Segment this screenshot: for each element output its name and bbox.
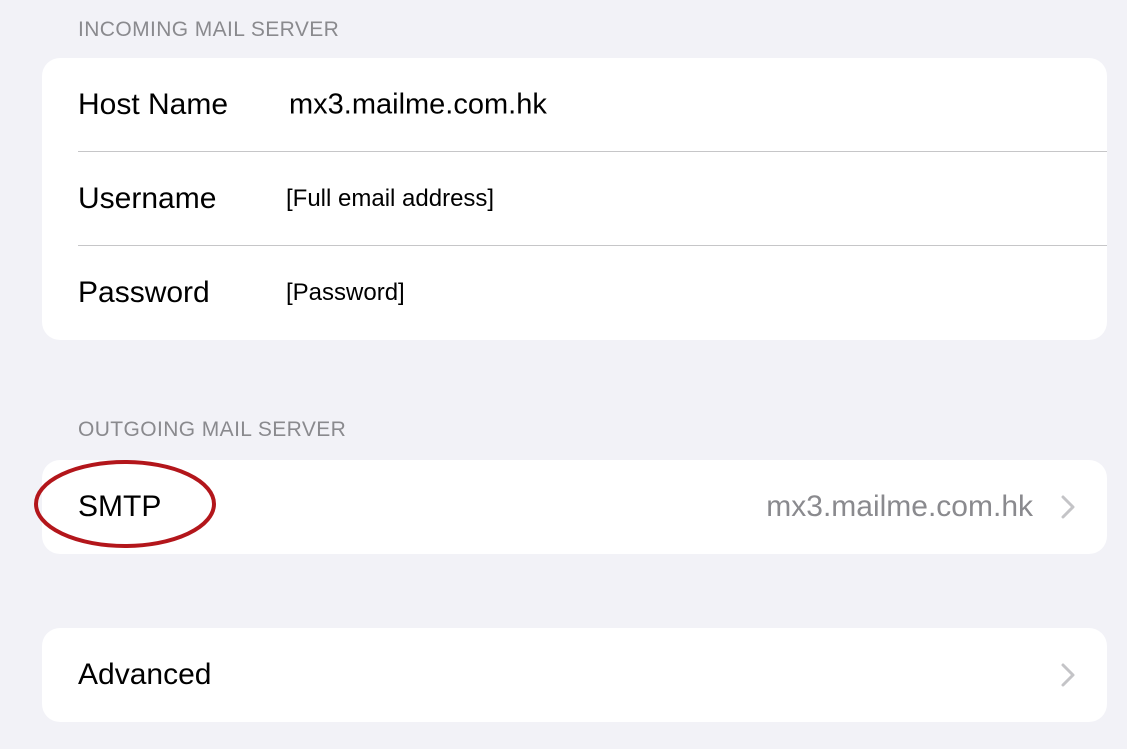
host-name-row[interactable]: Host Name mx3.mailme.com.hk (42, 58, 1107, 152)
username-field[interactable]: [Full email address] (286, 185, 494, 213)
advanced-group: Advanced (42, 628, 1107, 722)
incoming-server-group: Host Name mx3.mailme.com.hk Username [Fu… (42, 58, 1107, 340)
username-row[interactable]: Username [Full email address] (42, 152, 1107, 246)
host-name-label: Host Name (78, 88, 229, 121)
host-name-field[interactable]: mx3.mailme.com.hk (289, 89, 547, 122)
password-field[interactable]: [Password] (286, 279, 405, 307)
outgoing-section-header: OUTGOING MAIL SERVER (78, 418, 347, 441)
password-row[interactable]: Password [Password] (42, 246, 1107, 340)
chevron-right-icon (1061, 495, 1075, 519)
advanced-row[interactable]: Advanced (42, 628, 1107, 722)
password-label: Password (78, 276, 210, 309)
smtp-server-value: mx3.mailme.com.hk (766, 490, 1033, 523)
username-label: Username (78, 182, 217, 215)
smtp-row[interactable]: SMTP mx3.mailme.com.hk (42, 460, 1107, 554)
advanced-label: Advanced (78, 658, 212, 691)
top-edge (0, 0, 1133, 4)
outgoing-server-group: SMTP mx3.mailme.com.hk (42, 460, 1107, 554)
right-edge (1127, 0, 1133, 749)
incoming-section-header: INCOMING MAIL SERVER (78, 18, 340, 41)
settings-page: INCOMING MAIL SERVER Host Name mx3.mailm… (0, 0, 1133, 749)
chevron-right-icon (1061, 663, 1075, 687)
smtp-label: SMTP (78, 490, 162, 523)
